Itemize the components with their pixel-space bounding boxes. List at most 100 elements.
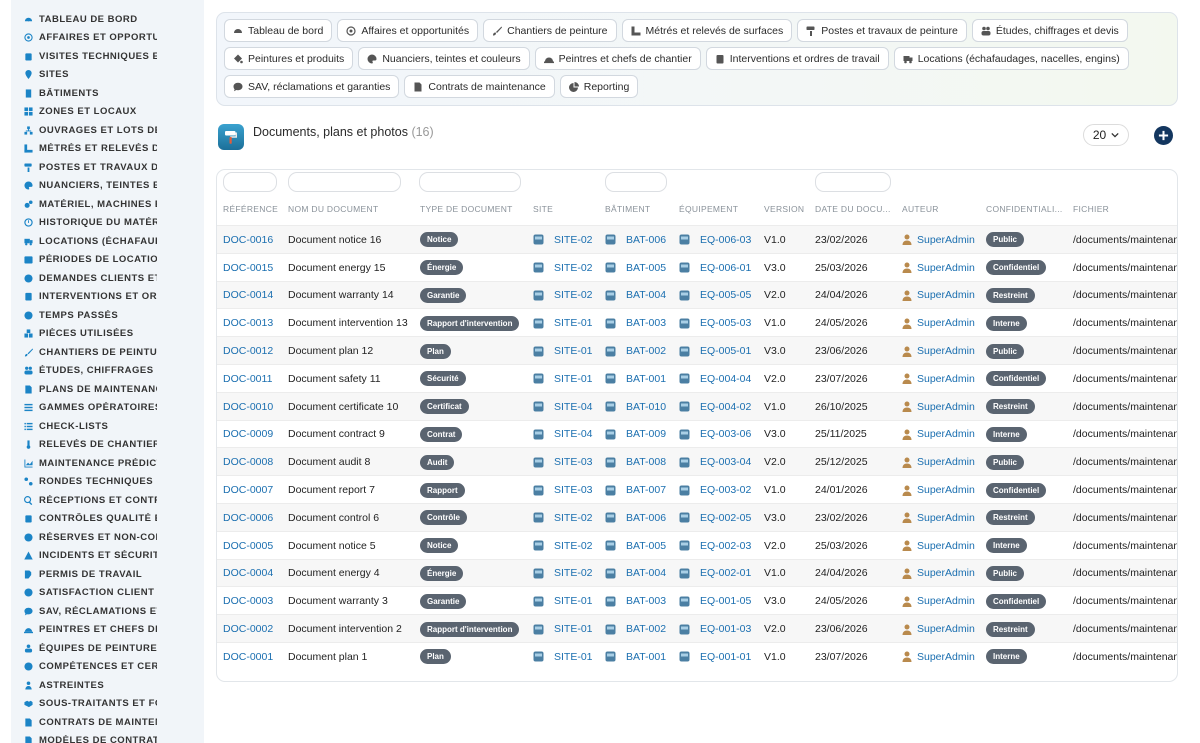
shortcut-button[interactable]: Tableau de bord bbox=[224, 19, 333, 42]
bat-value[interactable]: BAT-003 bbox=[626, 595, 666, 607]
cell-ref[interactable]: DOC-0001 bbox=[223, 643, 273, 671]
column-header-type[interactable]: Type de document bbox=[420, 204, 513, 214]
site-value[interactable]: SITE-04 bbox=[554, 428, 593, 440]
eq-value[interactable]: EQ-003-06 bbox=[700, 428, 751, 440]
sidebar-item[interactable]: Sous-traitants et fournisseurs bbox=[11, 695, 204, 714]
sidebar-item[interactable]: Zones et locaux bbox=[11, 103, 204, 122]
cell-site[interactable]: SITE-02 bbox=[533, 532, 593, 560]
cell-bat[interactable]: BAT-008 bbox=[605, 448, 666, 476]
sidebar-item[interactable]: Chantiers de peinture bbox=[11, 343, 204, 362]
ref-value[interactable]: DOC-0002 bbox=[223, 623, 273, 635]
cell-ref[interactable]: DOC-0014 bbox=[223, 282, 273, 310]
author-value[interactable]: SuperAdmin bbox=[917, 623, 975, 635]
site-value[interactable]: SITE-03 bbox=[554, 456, 593, 468]
column-filter-input[interactable] bbox=[419, 172, 521, 192]
cell-site[interactable]: SITE-02 bbox=[533, 254, 593, 282]
sidebar-item[interactable]: Check-lists bbox=[11, 417, 204, 436]
page-size-select[interactable]: 20 bbox=[1083, 124, 1129, 146]
sidebar-item[interactable]: Bâtiments bbox=[11, 84, 204, 103]
ref-value[interactable]: DOC-0016 bbox=[223, 234, 273, 246]
cell-eq[interactable]: EQ-004-02 bbox=[679, 393, 751, 421]
shortcut-button[interactable]: Peintres et chefs de chantier bbox=[534, 47, 701, 70]
cell-site[interactable]: SITE-01 bbox=[533, 365, 593, 393]
bat-value[interactable]: BAT-004 bbox=[626, 567, 666, 579]
bat-value[interactable]: BAT-004 bbox=[626, 289, 666, 301]
cell-author[interactable]: SuperAdmin bbox=[902, 504, 975, 532]
sidebar-item[interactable]: Affaires et opportunités bbox=[11, 29, 204, 48]
cell-author[interactable]: SuperAdmin bbox=[902, 226, 975, 254]
ref-value[interactable]: DOC-0005 bbox=[223, 540, 273, 552]
site-value[interactable]: SITE-01 bbox=[554, 345, 593, 357]
sidebar-item[interactable]: Plans de maintenance bbox=[11, 380, 204, 399]
cell-site[interactable]: SITE-02 bbox=[533, 504, 593, 532]
shortcut-button[interactable]: Affaires et opportunités bbox=[337, 19, 479, 42]
bat-value[interactable]: BAT-001 bbox=[626, 651, 666, 663]
sidebar-item[interactable]: Pièces utilisées bbox=[11, 325, 204, 344]
bat-value[interactable]: BAT-008 bbox=[626, 456, 666, 468]
cell-bat[interactable]: BAT-004 bbox=[605, 560, 666, 588]
author-value[interactable]: SuperAdmin bbox=[917, 401, 975, 413]
cell-bat[interactable]: BAT-006 bbox=[605, 226, 666, 254]
cell-ref[interactable]: DOC-0006 bbox=[223, 504, 273, 532]
ref-value[interactable]: DOC-0010 bbox=[223, 401, 273, 413]
cell-bat[interactable]: BAT-006 bbox=[605, 504, 666, 532]
cell-ref[interactable]: DOC-0005 bbox=[223, 532, 273, 560]
eq-value[interactable]: EQ-002-05 bbox=[700, 512, 751, 524]
cell-bat[interactable]: BAT-002 bbox=[605, 337, 666, 365]
ref-value[interactable]: DOC-0013 bbox=[223, 317, 273, 329]
sidebar-item[interactable]: Tableau de bord bbox=[11, 10, 204, 29]
eq-value[interactable]: EQ-005-01 bbox=[700, 345, 751, 357]
author-value[interactable]: SuperAdmin bbox=[917, 234, 975, 246]
eq-value[interactable]: EQ-004-04 bbox=[700, 373, 751, 385]
cell-eq[interactable]: EQ-001-01 bbox=[679, 643, 751, 671]
sidebar-item[interactable]: Relevés de chantier bbox=[11, 436, 204, 455]
sidebar-item[interactable]: Réserves et non-conformités bbox=[11, 528, 204, 547]
sidebar-item[interactable]: Équipes de peinture bbox=[11, 639, 204, 658]
cell-eq[interactable]: EQ-005-01 bbox=[679, 337, 751, 365]
cell-site[interactable]: SITE-01 bbox=[533, 615, 593, 643]
shortcut-button[interactable]: Interventions et ordres de travail bbox=[705, 47, 889, 70]
cell-eq[interactable]: EQ-002-01 bbox=[679, 560, 751, 588]
cell-author[interactable]: SuperAdmin bbox=[902, 448, 975, 476]
ref-value[interactable]: DOC-0001 bbox=[223, 651, 273, 663]
cell-author[interactable]: SuperAdmin bbox=[902, 560, 975, 588]
shortcut-button[interactable]: Reporting bbox=[559, 75, 639, 98]
bat-value[interactable]: BAT-002 bbox=[626, 345, 666, 357]
ref-value[interactable]: DOC-0004 bbox=[223, 567, 273, 579]
eq-value[interactable]: EQ-001-03 bbox=[700, 623, 751, 635]
sidebar-item[interactable]: Contrats de maintenance bbox=[11, 713, 204, 732]
sidebar-item[interactable]: Incidents et sécurité bbox=[11, 547, 204, 566]
cell-author[interactable]: SuperAdmin bbox=[902, 365, 975, 393]
site-value[interactable]: SITE-02 bbox=[554, 289, 593, 301]
sidebar-item[interactable]: Locations (échafaudages, nacelles, engin… bbox=[11, 232, 204, 251]
author-value[interactable]: SuperAdmin bbox=[917, 373, 975, 385]
cell-site[interactable]: SITE-04 bbox=[533, 393, 593, 421]
cell-eq[interactable]: EQ-006-01 bbox=[679, 254, 751, 282]
ref-value[interactable]: DOC-0015 bbox=[223, 262, 273, 274]
cell-author[interactable]: SuperAdmin bbox=[902, 587, 975, 615]
cell-bat[interactable]: BAT-007 bbox=[605, 476, 666, 504]
cell-bat[interactable]: BAT-005 bbox=[605, 532, 666, 560]
shortcut-button[interactable]: SAV, réclamations et garanties bbox=[224, 75, 400, 98]
sidebar-item[interactable]: Ouvrages et lots de travaux bbox=[11, 121, 204, 140]
sidebar-item[interactable]: Maintenance prédictive bbox=[11, 454, 204, 473]
cell-ref[interactable]: DOC-0013 bbox=[223, 309, 273, 337]
cell-bat[interactable]: BAT-002 bbox=[605, 615, 666, 643]
cell-site[interactable]: SITE-01 bbox=[533, 587, 593, 615]
bat-value[interactable]: BAT-001 bbox=[626, 373, 666, 385]
cell-author[interactable]: SuperAdmin bbox=[902, 337, 975, 365]
eq-value[interactable]: EQ-004-02 bbox=[700, 401, 751, 413]
column-header-bat[interactable]: Bâtiment bbox=[605, 204, 650, 214]
cell-ref[interactable]: DOC-0007 bbox=[223, 476, 273, 504]
eq-value[interactable]: EQ-002-03 bbox=[700, 540, 751, 552]
bat-value[interactable]: BAT-007 bbox=[626, 484, 666, 496]
author-value[interactable]: SuperAdmin bbox=[917, 512, 975, 524]
ref-value[interactable]: DOC-0012 bbox=[223, 345, 273, 357]
ref-value[interactable]: DOC-0007 bbox=[223, 484, 273, 496]
site-value[interactable]: SITE-02 bbox=[554, 512, 593, 524]
column-header-author[interactable]: Auteur bbox=[902, 204, 939, 214]
sidebar-item[interactable]: Rondes techniques bbox=[11, 473, 204, 492]
cell-ref[interactable]: DOC-0008 bbox=[223, 448, 273, 476]
cell-site[interactable]: SITE-04 bbox=[533, 421, 593, 449]
sidebar-item[interactable]: Études, chiffrages et devis bbox=[11, 362, 204, 381]
